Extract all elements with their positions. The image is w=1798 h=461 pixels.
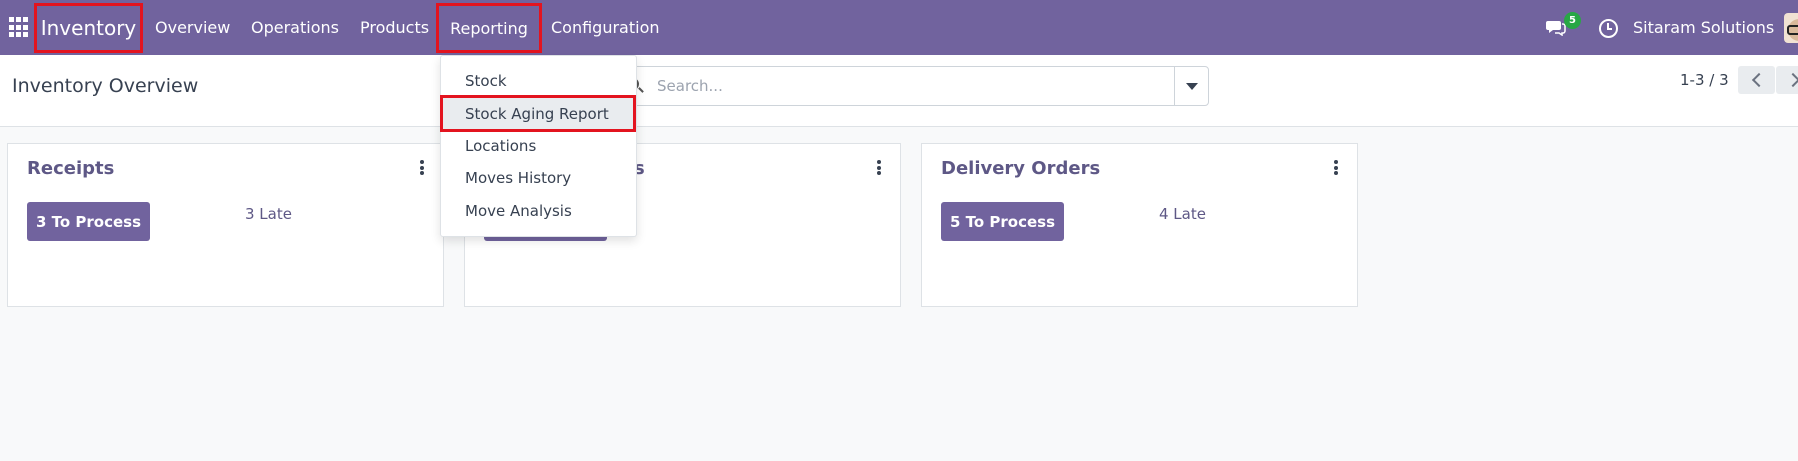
chevron-right-icon: [1785, 72, 1798, 88]
messages-badge: 5: [1564, 12, 1581, 29]
menu-reporting[interactable]: Reporting: [436, 3, 542, 53]
app-brand-inventory[interactable]: Inventory: [34, 3, 143, 53]
chevron-left-icon: [1751, 72, 1766, 88]
search-input[interactable]: [657, 67, 1157, 105]
pager-previous-button[interactable]: [1738, 66, 1775, 94]
kebab-menu-icon[interactable]: [420, 160, 424, 175]
dropdown-item-moves-history[interactable]: Moves History: [441, 162, 638, 194]
to-process-button[interactable]: 5 To Process: [941, 202, 1064, 241]
dropdown-item-stock-aging-report[interactable]: Stock Aging Report: [440, 95, 636, 132]
pager-value[interactable]: 1-3 / 3: [1680, 71, 1729, 89]
menu-operations[interactable]: Operations: [251, 0, 339, 55]
user-avatar[interactable]: [1784, 13, 1798, 43]
card-delivery-orders: Delivery Orders 5 To Process 4 Late: [921, 143, 1358, 307]
late-link[interactable]: 4 Late: [1159, 205, 1206, 223]
menu-overview[interactable]: Overview: [155, 0, 230, 55]
company-switcher[interactable]: Sitaram Solutions: [1633, 0, 1774, 55]
dropdown-item-locations[interactable]: Locations: [441, 130, 638, 162]
chat-icon[interactable]: [1546, 19, 1566, 36]
reporting-dropdown-menu: Stock Stock Aging Report Locations Moves…: [440, 55, 637, 237]
search-options-toggle[interactable]: [1174, 67, 1208, 105]
pager-next-button[interactable]: [1776, 66, 1798, 94]
card-title[interactable]: Receipts: [27, 158, 114, 179]
page-title: Inventory Overview: [12, 75, 199, 97]
apps-grid-icon[interactable]: [9, 17, 30, 38]
late-link[interactable]: 3 Late: [245, 205, 292, 223]
card-receipts: Receipts 3 To Process 3 Late: [7, 143, 444, 307]
control-panel: Inventory Overview 1-3 / 3: [0, 55, 1798, 127]
caret-down-icon: [1185, 82, 1198, 90]
top-navbar: Inventory Overview Operations Products R…: [0, 0, 1798, 55]
dropdown-item-stock[interactable]: Stock: [441, 65, 638, 97]
menu-configuration[interactable]: Configuration: [551, 0, 660, 55]
kebab-menu-icon[interactable]: [1334, 160, 1338, 175]
clock-icon[interactable]: [1599, 19, 1618, 38]
to-process-button[interactable]: 3 To Process: [27, 202, 150, 241]
kebab-menu-icon[interactable]: [877, 160, 881, 175]
search-box[interactable]: [620, 66, 1209, 106]
dropdown-item-move-analysis[interactable]: Move Analysis: [441, 195, 638, 227]
card-title[interactable]: Delivery Orders: [941, 158, 1100, 179]
menu-products[interactable]: Products: [360, 0, 429, 55]
